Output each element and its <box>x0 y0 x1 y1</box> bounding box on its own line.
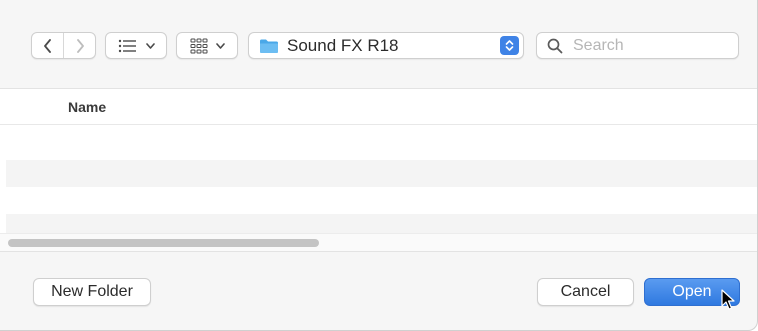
column-header-name[interactable]: Name <box>68 99 106 115</box>
file-list: Name <box>0 88 757 252</box>
new-folder-button[interactable]: New Folder <box>33 278 151 306</box>
view-mode-button[interactable] <box>105 32 167 59</box>
mouse-pointer-icon <box>721 289 735 310</box>
search-field[interactable] <box>536 32 739 59</box>
location-popup[interactable]: Sound FX R18 <box>248 32 524 59</box>
toolbar: Sound FX R18 <box>0 0 757 88</box>
horizontal-scrollbar[interactable] <box>0 233 757 251</box>
scrollbar-thumb[interactable] <box>8 239 319 247</box>
table-row <box>6 160 757 187</box>
chevron-right-icon <box>76 38 84 53</box>
chevron-down-icon <box>145 42 155 49</box>
chevron-down-icon <box>215 42 225 49</box>
group-by-button[interactable] <box>176 32 238 59</box>
table-row <box>6 187 757 214</box>
table-row <box>6 214 757 233</box>
up-down-chevron-icon <box>505 40 514 51</box>
column-header-row: Name <box>0 89 757 125</box>
location-stepper[interactable] <box>500 36 519 55</box>
folder-icon <box>260 39 278 53</box>
table-row <box>6 133 757 160</box>
list-view-icon <box>118 39 136 52</box>
open-file-dialog: Sound FX R18 Name New F <box>0 0 758 331</box>
location-label: Sound FX R18 <box>287 35 399 55</box>
history-nav-group <box>31 32 96 59</box>
search-icon <box>547 38 563 53</box>
grid-group-icon <box>190 38 207 53</box>
cancel-button[interactable]: Cancel <box>537 278 634 306</box>
search-input[interactable] <box>571 35 725 56</box>
forward-button[interactable] <box>63 33 95 58</box>
back-button[interactable] <box>32 33 63 58</box>
chevron-left-icon <box>43 38 51 53</box>
